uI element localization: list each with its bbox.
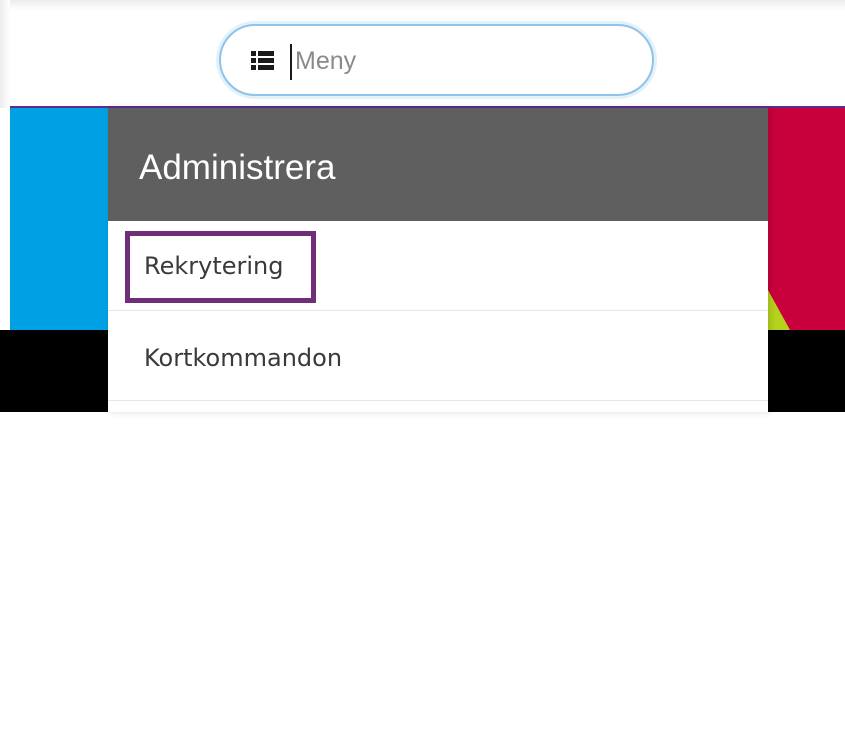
text-caret (290, 44, 292, 80)
banner-caption-strip-right (768, 330, 845, 412)
left-shadow (0, 0, 10, 108)
highlight-box (125, 231, 316, 303)
menu-item-kortkommandon[interactable]: Kortkommandon (108, 311, 768, 401)
banner-blue-panel (10, 108, 110, 330)
header-shadow (0, 0, 845, 10)
banner-caption-strip: n pensio (0, 330, 110, 728)
menu-search-placeholder[interactable]: Meny (295, 42, 356, 80)
dropdown-header: Administrera (108, 108, 768, 221)
banner-red-panel (768, 108, 845, 330)
menu-item-label[interactable]: Kortkommandon (144, 341, 342, 375)
menu-search-box[interactable]: Meny (219, 24, 654, 96)
list-icon (251, 51, 274, 70)
dropdown-title: Administrera (139, 148, 336, 187)
banner-caption-text: n pensio (0, 703, 91, 728)
